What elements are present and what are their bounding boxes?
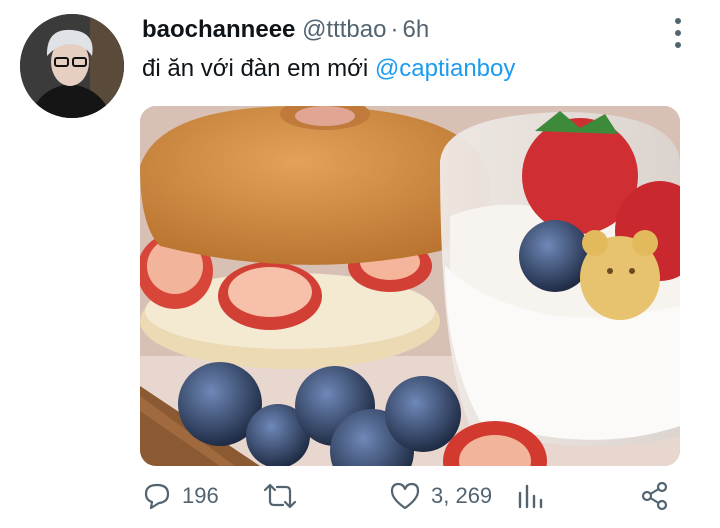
reply-count: 196	[182, 483, 219, 508]
tweet-text: đi ăn với đàn em mới @captianboy	[142, 55, 515, 83]
tweet-photo[interactable]	[140, 106, 680, 466]
like-icon	[390, 482, 420, 510]
reply-button[interactable]: 196	[142, 476, 219, 516]
tweet-header: baochanneee @tttbao · 6h	[142, 16, 429, 44]
share-icon	[641, 481, 668, 511]
user-handle[interactable]: @tttbao	[302, 16, 386, 43]
display-name[interactable]: baochanneee	[142, 16, 295, 43]
tweet-actions: 196 3, 269	[0, 476, 720, 516]
food-photo	[140, 106, 680, 466]
more-vertical-icon[interactable]	[670, 18, 686, 48]
like-count: 3, 269	[431, 483, 493, 508]
mention-link[interactable]: @captianboy	[375, 55, 515, 82]
retweet-button[interactable]	[262, 476, 298, 516]
avatar-image	[20, 14, 124, 118]
reply-icon	[144, 483, 170, 510]
tweet-body: đi ăn với đàn em mới	[142, 55, 375, 82]
avatar[interactable]	[20, 14, 124, 118]
share-button[interactable]	[640, 476, 670, 516]
analytics-button[interactable]	[517, 476, 543, 516]
tweet-time[interactable]: 6h	[402, 16, 429, 43]
separator-dot: ·	[390, 16, 399, 43]
analytics-icon	[518, 484, 543, 509]
like-button[interactable]: 3, 269	[389, 476, 492, 516]
retweet-icon	[263, 483, 297, 509]
